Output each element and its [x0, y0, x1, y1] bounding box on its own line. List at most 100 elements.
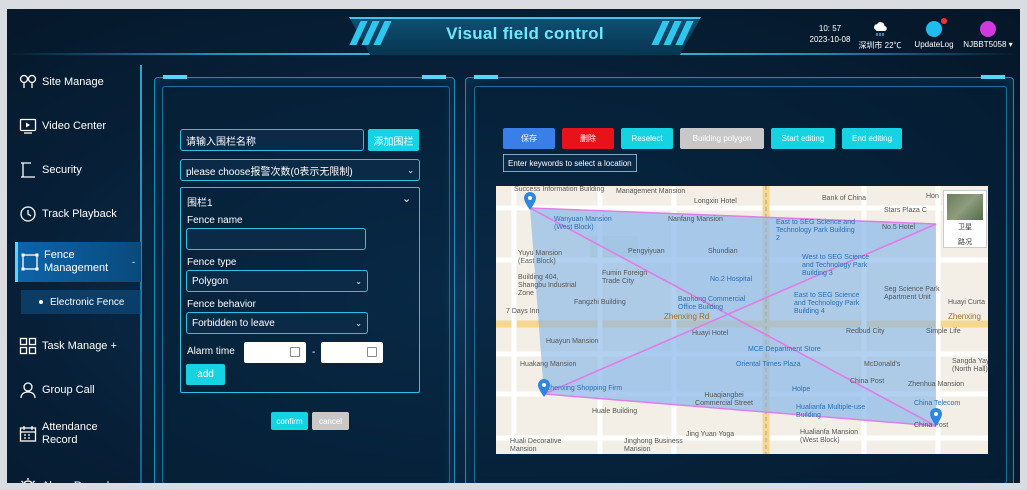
tasks-icon: [19, 337, 37, 355]
compass-icon: [926, 18, 947, 37]
fence-icon: [21, 253, 39, 271]
chevron-down-icon: ⌄: [407, 165, 414, 175]
notification-dot: [941, 18, 947, 24]
sidebar-item-label: Task Manage +: [42, 340, 117, 352]
map-layer-switch[interactable]: 卫星 路况: [943, 190, 987, 248]
panel-corner-decor: [422, 75, 446, 79]
traffic-toggle[interactable]: 路况: [944, 237, 986, 247]
map-label: Sangda Yay (North Hall): [952, 358, 988, 373]
map-label: Management Mansion: [616, 188, 686, 195]
map-label: Jinghong Business Mansion: [624, 438, 683, 453]
map-label: Holpe: [792, 386, 811, 393]
alarm-start-date[interactable]: [244, 342, 306, 363]
map-label: Zhenxing Shopping Firm: [546, 385, 623, 392]
sidebar-item-video-center[interactable]: Video Center: [19, 115, 139, 137]
add-fence-button[interactable]: 添加围栏: [368, 129, 419, 151]
updatelog-button[interactable]: UpdateLog: [910, 18, 958, 49]
map-label: Huale Building: [592, 408, 638, 415]
user-menu[interactable]: NJBBT5058 ▾: [962, 21, 1014, 49]
updatelog-label: UpdateLog: [914, 40, 954, 49]
confirm-button[interactable]: confirm: [271, 412, 308, 430]
sidebar-item-site-manage[interactable]: Site Manage: [19, 71, 139, 93]
road-label: Zhenxing Rd: [664, 312, 710, 321]
map-pin-icon[interactable]: [524, 192, 536, 210]
app-window: Visual field control 10: 57 2023-10-08 深…: [0, 0, 1027, 490]
alarm-time-label: Alarm time: [187, 346, 235, 357]
map-label: Huayi Curta: [948, 299, 985, 306]
fence-name-label: Fence name: [187, 215, 243, 226]
map-label: Huakang Mansion: [520, 361, 577, 368]
map-pin-icon[interactable]: [930, 408, 942, 426]
map-label: Fangzhi Building: [574, 299, 626, 306]
fence-behavior-select[interactable]: Forbidden to leave ⌄: [186, 312, 368, 334]
scrollbar-thumb[interactable]: [1022, 397, 1027, 445]
map-view[interactable]: Success Information Building Management …: [496, 186, 988, 454]
map-label: MCE Department Store: [748, 346, 821, 353]
username-label: NJBBT5058 ▾: [963, 40, 1013, 49]
reselect-button[interactable]: Reselect: [621, 128, 673, 149]
delete-button[interactable]: 删除: [562, 128, 614, 149]
sidebar: Site Manage Video Center Security Track …: [7, 61, 143, 490]
calendar-icon: [290, 347, 300, 357]
map-label: 7 Days Inn: [506, 308, 540, 315]
map-pin-icon[interactable]: [538, 379, 550, 397]
history-icon: [20, 206, 36, 222]
map-label: Pengyiyuan: [628, 248, 665, 255]
map-label: Fumin Foreign Trade City: [602, 270, 648, 285]
panel-corner-decor: [981, 75, 1005, 79]
fence-name-input[interactable]: 请输入围栏名称: [180, 129, 364, 151]
panel-corner-decor: [163, 75, 187, 79]
alarm-end-date[interactable]: [321, 342, 383, 363]
clock-time: 10: 57: [818, 24, 842, 33]
sidebar-item-label: Attendance Record: [42, 421, 98, 446]
cancel-button[interactable]: cancel: [312, 412, 349, 430]
add-alarm-button[interactable]: add: [186, 364, 225, 385]
map-label: No.2 Hospital: [710, 276, 753, 283]
fence-name-field[interactable]: [186, 228, 366, 250]
sidebar-item-group-call[interactable]: Group Call: [19, 379, 139, 401]
sidebar-item-label: Alarm Record: [42, 480, 110, 490]
page-title: Visual field control: [446, 24, 604, 43]
collapse-chevron-icon[interactable]: ⌄: [402, 192, 411, 205]
satellite-toggle[interactable]: 卫星: [944, 222, 986, 232]
alarm-count-select[interactable]: please choose报警次数(0表示无限制) ⌄: [180, 159, 420, 181]
sidebar-item-attendance-record[interactable]: Attendance Record: [19, 419, 139, 449]
save-button[interactable]: 保存: [503, 128, 555, 149]
map-label: Oriental Times Plaza: [736, 361, 801, 368]
calendar-icon: [19, 426, 37, 442]
video-play-icon: [19, 118, 37, 134]
map-label: Redbud City: [846, 328, 885, 335]
building-polygon-button[interactable]: Building polygon: [680, 128, 764, 149]
satellite-thumbnail: [947, 194, 983, 220]
camera-icon: [21, 162, 35, 178]
start-editing-button[interactable]: Start editing: [771, 128, 835, 149]
end-editing-button[interactable]: End editing: [842, 128, 902, 149]
map-label: Hualianfa Multiple-use Building: [796, 404, 866, 419]
calendar-icon: [367, 347, 377, 357]
sidebar-item-task-manage[interactable]: Task Manage +: [19, 335, 139, 357]
sidebar-item-track-playback[interactable]: Track Playback: [19, 203, 139, 225]
cloud-rain-icon: [874, 22, 887, 36]
sidebar-item-alarm-record[interactable]: Alarm Record: [19, 475, 139, 490]
location-search-input[interactable]: Enter keywords to select a location: [503, 154, 637, 172]
map-label: Huali Decorative Mansion: [510, 438, 562, 453]
map-label: Bank of China: [822, 195, 866, 202]
sidebar-subitem-electronic-fence[interactable]: Electronic Fence: [21, 290, 141, 314]
user-avatar-icon: [980, 21, 996, 37]
fence-type-select[interactable]: Polygon ⌄: [186, 270, 368, 292]
map-label: Longxin Hotel: [694, 198, 737, 205]
alarm-icon: [21, 478, 35, 483]
sidebar-item-label: Fence Management: [44, 249, 109, 274]
sidebar-item-fence-management[interactable]: Fence Management -: [15, 242, 141, 282]
clock: 10: 57 2023-10-08: [807, 23, 853, 45]
weather-text: 深圳市 22℃: [858, 41, 902, 50]
bullet-icon: [39, 300, 43, 304]
sidebar-item-security[interactable]: Security: [19, 159, 139, 181]
group-icon: [20, 382, 36, 399]
map-label: Hualianfa Mansion (West Block): [800, 429, 858, 444]
panel-corner-decor: [474, 75, 498, 79]
map-label: Shundian: [708, 248, 738, 255]
sidebar-item-label: Track Playback: [42, 208, 117, 220]
map-label: Huayi Hotel: [692, 330, 729, 337]
date-range-separator: -: [312, 347, 316, 358]
